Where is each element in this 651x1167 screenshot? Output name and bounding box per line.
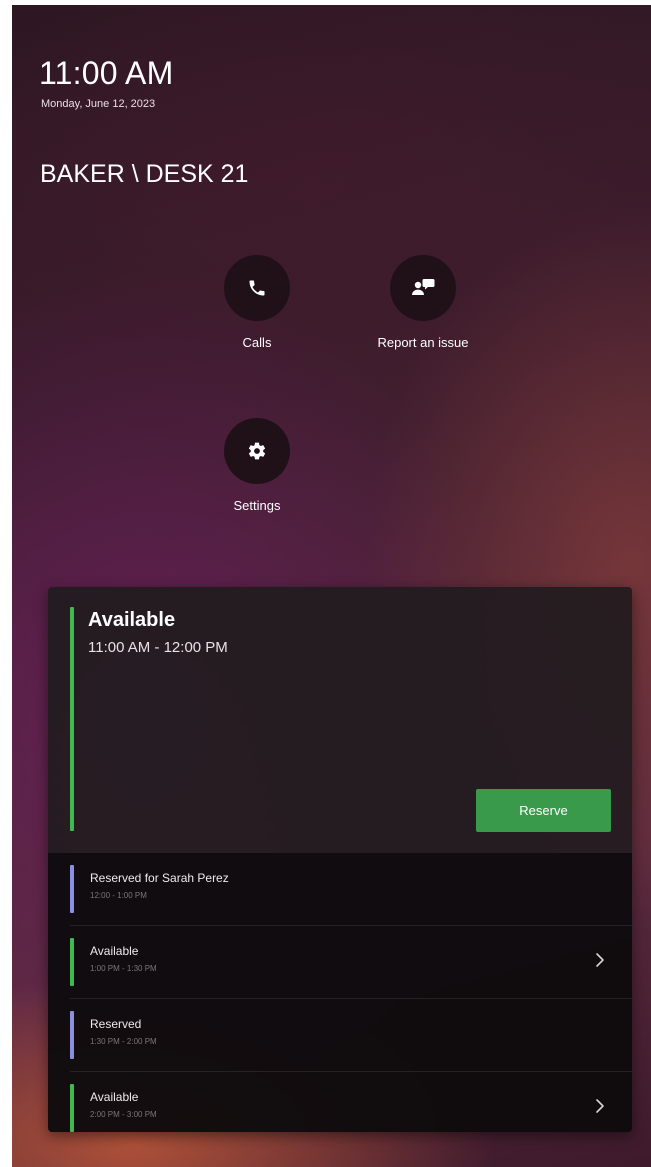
clock: 11:00 AM [39,55,174,91]
chevron-right-icon[interactable] [590,950,610,970]
schedule-item-title: Available [90,944,139,958]
room-display-screen: 11:00 AM Monday, June 12, 2023 BAKER \ D… [12,5,651,1167]
current-status-bar [70,607,74,831]
gear-icon [248,442,266,460]
date-label: Monday, June 12, 2023 [41,98,156,110]
settings-circle[interactable] [224,418,290,484]
schedule-item-time: 1:00 PM - 1:30 PM [90,964,157,973]
schedule-item-time: 1:30 PM - 2:00 PM [90,1037,157,1046]
schedule-item-time: 2:00 PM - 3:00 PM [90,1110,157,1119]
available-status-bar [70,938,74,986]
reserved-status-bar [70,1011,74,1059]
schedule-item-available-1[interactable]: Available 1:00 PM - 1:30 PM [48,926,632,998]
report-issue-circle[interactable] [390,255,456,321]
current-status: Available [88,609,176,631]
chevron-right-icon[interactable] [590,1096,610,1116]
calls-label: Calls [242,335,272,350]
phone-icon [249,280,265,296]
report-issue-label: Report an issue [377,335,469,350]
schedule-item-reserved-sarah: Reserved for Sarah Perez 12:00 - 1:00 PM [48,853,632,925]
report-issue-icon [412,279,435,295]
current-time-range: 11:00 AM - 12:00 PM [88,639,228,656]
current-slot: Available 11:00 AM - 12:00 PM Reserve [48,587,632,853]
calls-circle[interactable] [224,255,290,321]
reserved-status-bar [70,865,74,913]
schedule-list: Reserved for Sarah Perez 12:00 - 1:00 PM… [48,853,632,1132]
settings-button[interactable]: Settings [177,418,337,513]
location-title: BAKER \ DESK 21 [40,160,249,188]
report-issue-button[interactable]: Report an issue [343,255,503,350]
settings-label: Settings [233,498,281,513]
schedule-item-title: Reserved for Sarah Perez [90,871,229,885]
schedule-item-title: Available [90,1090,139,1104]
booking-panel: Available 11:00 AM - 12:00 PM Reserve Re… [48,587,632,1132]
schedule-item-title: Reserved [90,1017,142,1031]
reserve-button[interactable]: Reserve [476,789,611,832]
schedule-item-reserved: Reserved 1:30 PM - 2:00 PM [48,999,632,1071]
schedule-item-time: 12:00 - 1:00 PM [90,891,147,900]
available-status-bar [70,1084,74,1132]
calls-button[interactable]: Calls [177,255,337,350]
schedule-item-available-2[interactable]: Available 2:00 PM - 3:00 PM [48,1072,632,1132]
